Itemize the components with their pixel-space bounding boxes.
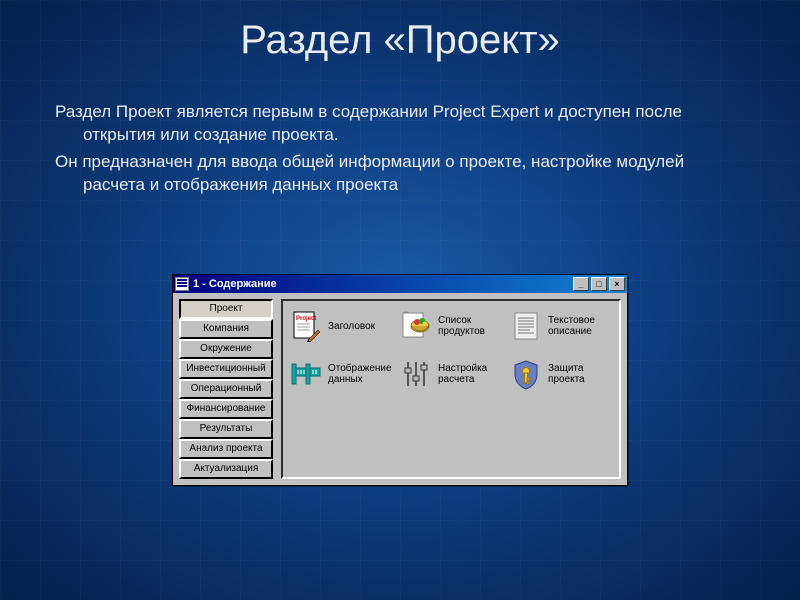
nav-operational-plan[interactable]: Операционный план <box>179 379 273 399</box>
nav-results[interactable]: Результаты <box>179 419 273 439</box>
item-calc[interactable]: Настройка расчета <box>399 357 503 391</box>
content-area: Project Заголовок <box>281 299 621 479</box>
text-document-icon <box>509 309 543 343</box>
app-window: 1 - Содержание _ □ × Проект Компания Окр… <box>172 274 628 486</box>
nav-panel: Проект Компания Окружение Инвестиционный… <box>179 299 273 479</box>
nav-financing[interactable]: Финансирование <box>179 399 273 419</box>
nav-environment[interactable]: Окружение <box>179 339 273 359</box>
item-protect[interactable]: Защита проекта <box>509 357 613 391</box>
item-text[interactable]: Текстовое описание <box>509 309 613 343</box>
minimize-button[interactable]: _ <box>573 277 589 291</box>
titlebar: 1 - Содержание _ □ × <box>173 275 627 293</box>
paragraph-1: Раздел Проект является первым в содержан… <box>55 101 745 147</box>
nav-project[interactable]: Проект <box>179 299 273 319</box>
slide-body: Раздел Проект является первым в содержан… <box>0 63 800 197</box>
item-calc-label: Настройка расчета <box>438 363 503 385</box>
item-display[interactable]: Отображение данных <box>289 357 393 391</box>
sliders-icon <box>399 357 433 391</box>
maximize-button[interactable]: □ <box>591 277 607 291</box>
svg-text:Project: Project <box>296 316 316 322</box>
document-pencil-icon: Project <box>289 309 323 343</box>
paragraph-2: Он предназначен для ввода общей информац… <box>55 151 745 197</box>
slide-title: Раздел «Проект» <box>0 0 800 63</box>
nav-project-analysis[interactable]: Анализ проекта <box>179 439 273 459</box>
nav-investment-plan[interactable]: Инвестиционный план <box>179 359 273 379</box>
nav-company[interactable]: Компания <box>179 319 273 339</box>
basket-icon <box>399 309 433 343</box>
close-button[interactable]: × <box>609 277 625 291</box>
shield-key-icon <box>509 357 543 391</box>
window-title: 1 - Содержание <box>193 278 573 290</box>
item-protect-label: Защита проекта <box>548 363 613 385</box>
caliper-icon <box>289 357 323 391</box>
item-products-label: Список продуктов <box>438 315 503 337</box>
nav-actualization[interactable]: Актуализация <box>179 459 273 479</box>
item-display-label: Отображение данных <box>328 363 393 385</box>
item-products[interactable]: Список продуктов <box>399 309 503 343</box>
item-header[interactable]: Project Заголовок <box>289 309 393 343</box>
item-text-label: Текстовое описание <box>548 315 613 337</box>
system-menu-icon[interactable] <box>175 277 189 291</box>
item-header-label: Заголовок <box>328 321 375 332</box>
